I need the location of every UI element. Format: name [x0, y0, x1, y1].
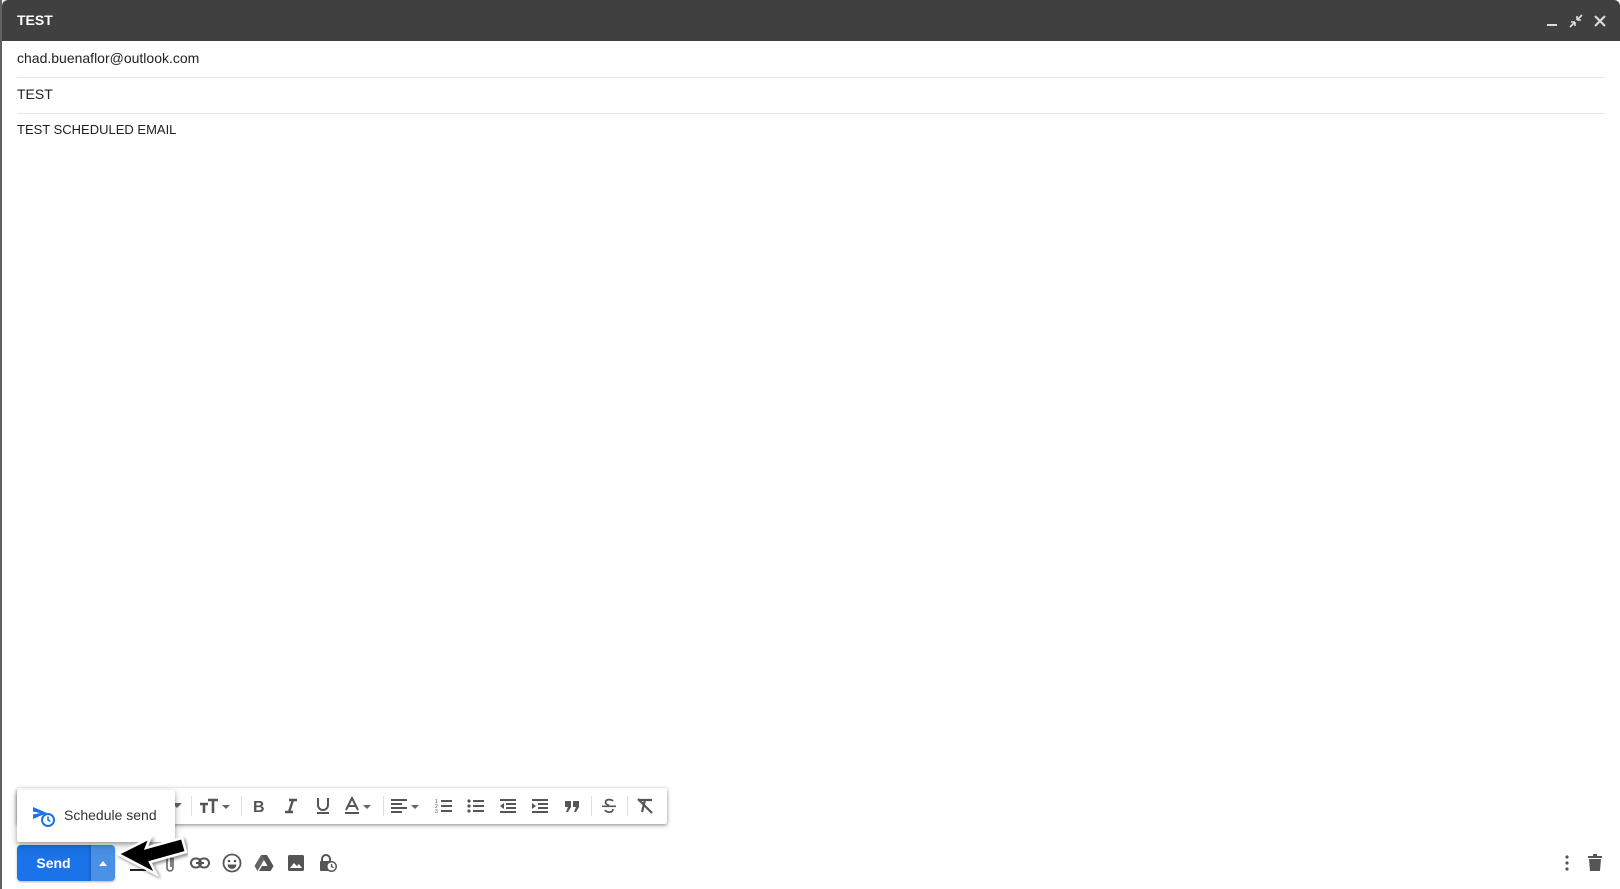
text-size-button[interactable] — [197, 794, 235, 818]
quote-icon — [565, 801, 579, 812]
underline-button[interactable] — [311, 794, 335, 818]
numbered-list-button[interactable]: 123 — [432, 794, 456, 818]
window-edge — [0, 0, 2, 889]
quote-button[interactable] — [560, 794, 584, 818]
compose-title: TEST — [17, 12, 53, 28]
strikethrough-icon — [602, 798, 616, 814]
indent-more-button[interactable] — [528, 794, 552, 818]
close-icon — [1594, 15, 1606, 27]
indent-more-icon — [532, 799, 548, 813]
text-color-icon — [345, 797, 371, 814]
send-button[interactable]: Send — [17, 845, 90, 881]
photo-icon — [288, 855, 304, 871]
underline-icon — [317, 798, 329, 814]
strikethrough-button[interactable] — [597, 794, 621, 818]
emoji-icon — [222, 853, 242, 873]
indent-less-button[interactable] — [496, 794, 520, 818]
more-options-button[interactable] — [1555, 851, 1579, 875]
align-button[interactable] — [389, 794, 423, 818]
text-color-button[interactable] — [343, 794, 377, 818]
exit-fullscreen-button[interactable] — [1567, 12, 1585, 30]
numbered-list-icon: 123 — [435, 799, 452, 814]
caret-up-icon — [99, 860, 107, 866]
bold-icon: B — [253, 799, 265, 814]
to-field[interactable]: chad.buenaflor@outlook.com — [17, 42, 1605, 78]
bold-button[interactable]: B — [247, 794, 271, 818]
subject-field[interactable]: TEST — [17, 78, 1605, 114]
link-icon — [190, 857, 210, 869]
indent-less-icon — [500, 799, 516, 813]
message-body[interactable]: TEST SCHEDULED EMAIL — [17, 122, 176, 137]
remove-formatting-icon — [637, 798, 653, 814]
more-options-icon — [1565, 855, 1569, 871]
annotation-arrow-icon — [116, 835, 188, 877]
insert-photo-button[interactable] — [284, 851, 308, 875]
insert-emoji-button[interactable] — [220, 851, 244, 875]
toolbar-divider — [191, 796, 192, 816]
exit-fullscreen-icon — [1569, 14, 1583, 28]
confidential-mode-button[interactable] — [316, 851, 340, 875]
drive-icon — [254, 855, 274, 871]
toolbar-divider — [627, 796, 628, 816]
italic-button[interactable] — [279, 794, 303, 818]
compose-titlebar[interactable]: TEST — [2, 0, 1620, 41]
minimize-button[interactable] — [1543, 12, 1561, 30]
confidential-mode-icon — [320, 854, 337, 872]
insert-from-drive-button[interactable] — [252, 851, 276, 875]
align-left-icon — [391, 799, 419, 813]
italic-icon — [285, 798, 297, 814]
text-size-icon — [200, 798, 230, 813]
insert-link-button[interactable] — [188, 851, 212, 875]
bulleted-list-icon — [467, 799, 484, 813]
more-send-options-button[interactable] — [90, 845, 115, 881]
schedule-send-label: Schedule send — [64, 807, 157, 823]
discard-draft-icon — [1588, 854, 1602, 871]
discard-draft-button[interactable] — [1583, 851, 1607, 875]
toolbar-divider — [591, 796, 592, 816]
minimize-icon — [1547, 24, 1557, 26]
svg-text:3: 3 — [435, 809, 438, 814]
close-button[interactable] — [1591, 12, 1609, 30]
schedule-send-icon — [32, 806, 56, 833]
bulleted-list-button[interactable] — [464, 794, 488, 818]
toolbar-divider — [241, 796, 242, 816]
svg-text:B: B — [253, 799, 265, 814]
toolbar-divider — [383, 796, 384, 816]
remove-formatting-button[interactable] — [633, 794, 657, 818]
